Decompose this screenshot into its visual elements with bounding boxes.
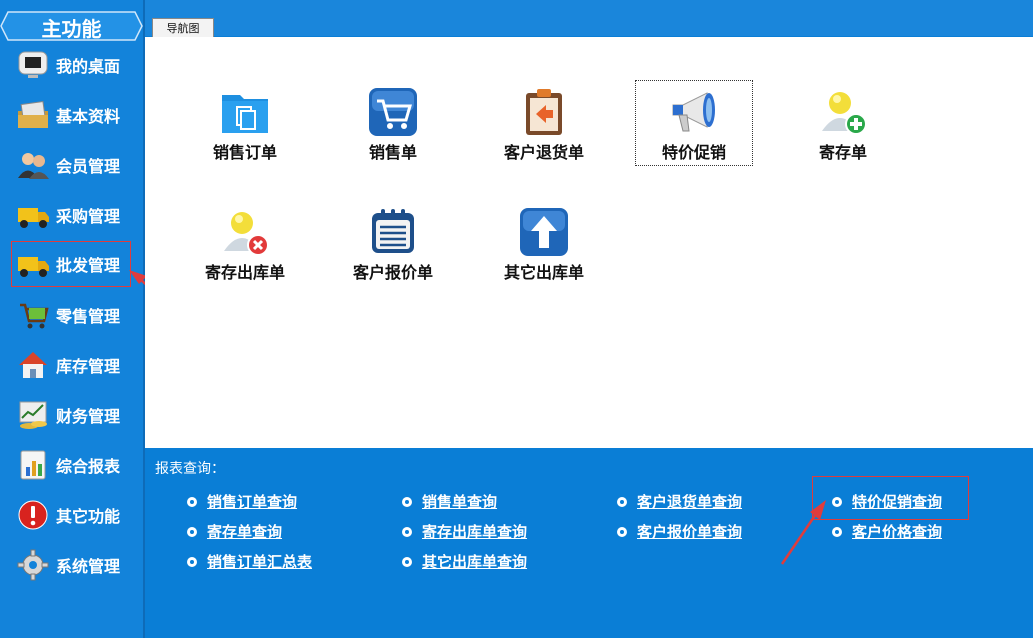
nav-label: 其它出库单 xyxy=(503,263,584,282)
report-link-label: 客户价格查询 xyxy=(852,523,943,541)
sidebar-item-reports[interactable]: 综合报表 xyxy=(12,443,130,487)
nav-label: 销售订单 xyxy=(212,143,277,162)
shopping-cart-icon xyxy=(369,88,417,136)
report-link-label: 其它出库单查询 xyxy=(422,553,528,571)
cart-icon xyxy=(15,298,51,332)
sidebar-item-wholesale[interactable]: 批发管理 xyxy=(11,241,131,287)
members-icon xyxy=(15,148,51,182)
report-link-other-outbound-query[interactable]: 其它出库单查询 xyxy=(402,551,527,572)
nav-label: 客户退货单 xyxy=(503,143,584,162)
report-link-label: 寄存出库单查询 xyxy=(422,523,528,541)
sidebar-item-finance[interactable]: 财务管理 xyxy=(12,393,130,437)
radio-bullet-icon xyxy=(402,556,412,567)
gear-icon xyxy=(15,548,51,582)
sidebar-item-system[interactable]: 系统管理 xyxy=(12,543,130,587)
radio-bullet-icon xyxy=(617,496,627,507)
sidebar-item-label: 采购管理 xyxy=(56,207,121,226)
sidebar-item-basic-data[interactable]: 基本资料 xyxy=(12,93,130,137)
sidebar-item-label: 基本资料 xyxy=(56,107,121,126)
sidebar-item-purchase[interactable]: 采购管理 xyxy=(12,193,130,237)
truck-icon xyxy=(15,198,51,232)
desktop-icon xyxy=(15,48,51,82)
folder-docs-icon xyxy=(15,98,51,132)
report-panel-title: 报表查询： xyxy=(155,461,225,477)
radio-bullet-icon xyxy=(402,496,412,507)
sidebar-item-members[interactable]: 会员管理 xyxy=(12,143,130,187)
user-add-icon xyxy=(822,92,867,135)
house-icon xyxy=(15,348,51,382)
tab-navigation-map[interactable]: 导航图 xyxy=(152,18,214,38)
nav-special-promotion[interactable]: 特价促销 xyxy=(635,80,753,166)
sidebar-item-label: 财务管理 xyxy=(56,407,121,426)
sidebar-item-label: 其它功能 xyxy=(56,507,121,526)
return-clipboard-icon xyxy=(526,89,562,135)
sales-order-icon xyxy=(222,95,268,133)
nav-sales-slip[interactable]: 销售单 xyxy=(335,81,451,165)
megaphone-icon xyxy=(672,92,715,132)
nav-customer-return[interactable]: 客户退货单 xyxy=(486,81,602,165)
wholesale-truck-icon xyxy=(15,247,51,281)
sidebar-item-label: 零售管理 xyxy=(56,307,121,326)
report-link-label: 寄存单查询 xyxy=(207,523,283,541)
sidebar-item-retail[interactable]: 零售管理 xyxy=(12,293,130,337)
user-remove-icon xyxy=(224,212,269,256)
navigation-panel: 销售订单 销售单 客户退货单 特价促销 寄存单 寄存出库单 客户报价单 其它出库… xyxy=(145,37,1033,448)
report-link-customer-quote-query[interactable]: 客户报价单查询 xyxy=(617,521,742,542)
report-link-deposit-query[interactable]: 寄存单查询 xyxy=(187,521,282,542)
nav-label: 寄存出库单 xyxy=(204,263,285,282)
report-link-sales-slip-query[interactable]: 销售单查询 xyxy=(402,491,497,512)
radio-bullet-icon xyxy=(187,556,197,567)
report-link-label: 客户退货单查询 xyxy=(637,493,743,511)
nav-deposit-slip[interactable]: 寄存单 xyxy=(785,81,901,165)
report-link-sales-order-summary[interactable]: 销售订单汇总表 xyxy=(187,551,312,572)
sidebar-item-desktop[interactable]: 我的桌面 xyxy=(12,43,130,87)
report-link-deposit-outbound-query[interactable]: 寄存出库单查询 xyxy=(402,521,527,542)
upload-arrow-icon xyxy=(520,208,568,256)
nav-deposit-outbound[interactable]: 寄存出库单 xyxy=(187,201,303,285)
sidebar-item-label: 库存管理 xyxy=(56,357,121,376)
radio-bullet-icon xyxy=(187,526,197,537)
title-bar xyxy=(0,0,1033,14)
radio-bullet-icon xyxy=(402,526,412,537)
sidebar-item-other[interactable]: 其它功能 xyxy=(12,493,130,537)
sidebar-item-label: 会员管理 xyxy=(56,157,121,176)
report-query-panel: 报表查询： 销售订单查询 销售单查询 客户退货单查询 特价促销查询 寄存单查询 … xyxy=(145,448,1033,638)
sidebar-item-label: 我的桌面 xyxy=(56,57,121,76)
report-link-label: 销售订单汇总表 xyxy=(207,553,313,571)
sidebar: 主功能 我的桌面 基本资料 会员管理 采购管理 批发管理 零售管理 库存管理 财… xyxy=(0,0,145,638)
report-link-customer-price-query[interactable]: 客户价格查询 xyxy=(832,521,942,542)
finance-chart-icon xyxy=(15,398,51,432)
sidebar-item-label: 系统管理 xyxy=(56,557,121,576)
report-icon xyxy=(15,448,51,482)
report-link-label: 销售订单查询 xyxy=(207,493,298,511)
nav-customer-quote[interactable]: 客户报价单 xyxy=(335,201,451,285)
annotation-arrow-reports xyxy=(780,500,826,565)
report-link-label: 销售单查询 xyxy=(422,493,498,511)
sidebar-title-label: 主功能 xyxy=(41,17,102,41)
nav-label: 销售单 xyxy=(368,143,417,162)
report-link-sales-order-query[interactable]: 销售订单查询 xyxy=(187,491,297,512)
nav-label: 寄存单 xyxy=(818,143,867,162)
sidebar-item-label: 批发管理 xyxy=(56,256,121,275)
alert-icon xyxy=(15,498,51,532)
radio-bullet-icon xyxy=(187,496,197,507)
radio-bullet-icon xyxy=(617,526,627,537)
sidebar-item-inventory[interactable]: 库存管理 xyxy=(12,343,130,387)
tab-strip xyxy=(145,14,1033,36)
report-link-customer-return-query[interactable]: 客户退货单查询 xyxy=(617,491,742,512)
sidebar-item-label: 综合报表 xyxy=(56,457,121,476)
nav-other-outbound[interactable]: 其它出库单 xyxy=(486,201,602,285)
sidebar-title: 主功能 xyxy=(0,11,143,41)
nav-sales-order[interactable]: 销售订单 xyxy=(187,81,303,165)
nav-label: 客户报价单 xyxy=(352,263,433,282)
calendar-list-icon xyxy=(372,209,414,253)
nav-label: 特价促销 xyxy=(661,143,726,162)
report-link-label: 客户报价单查询 xyxy=(637,523,743,541)
